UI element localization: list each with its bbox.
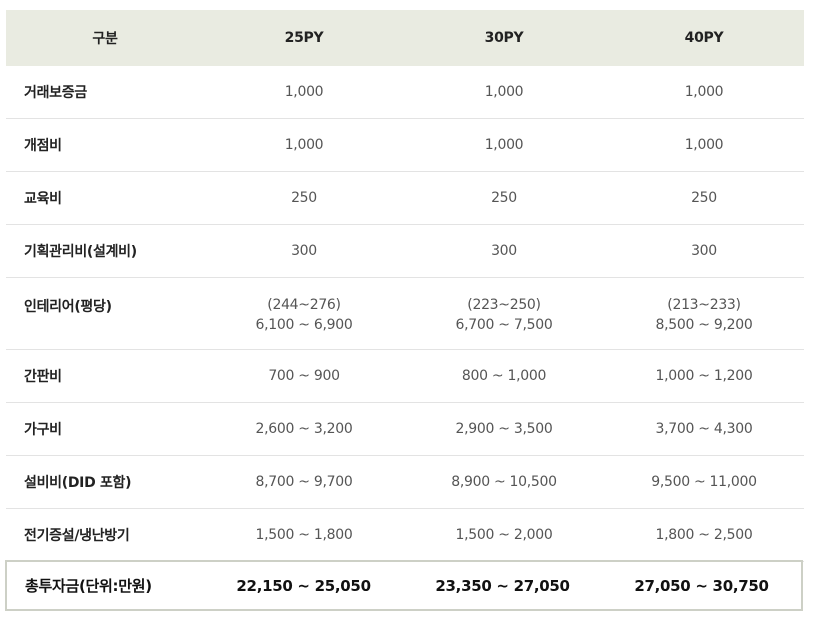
row-label: 설비비(DID 포함) — [24, 475, 132, 491]
table-row: 교육비 250 250 250 — [6, 172, 804, 225]
row-label: 간판비 — [24, 369, 62, 385]
cell-value: 2,900 ~ 3,500 — [455, 421, 553, 437]
cell-value-per-pyeong: (223~250) — [467, 297, 541, 313]
row-label: 개점비 — [24, 138, 62, 154]
cell-40py: 300 — [604, 243, 804, 259]
row-label: 거래보증금 — [24, 85, 87, 101]
cell-value: 700 ~ 900 — [268, 368, 340, 384]
cell-value: 1,000 ~ 1,200 — [655, 368, 753, 384]
cell-value: 800 ~ 1,000 — [461, 368, 547, 384]
cell-value: 1,000 — [284, 84, 324, 100]
row-label: 인테리어(평당) — [24, 299, 112, 315]
cell-value: 250 — [291, 190, 317, 206]
cell-value: 1,000 — [484, 84, 524, 100]
cell-value: 250 — [691, 190, 717, 206]
cell-25py: 250 — [204, 190, 404, 206]
cell-value: 1,000 — [684, 137, 724, 153]
cell-40py: (213~233) 8,500 ~ 9,200 — [604, 278, 804, 335]
cell-25py: 700 ~ 900 — [204, 368, 404, 384]
cell-value: 6,100 ~ 6,900 — [255, 317, 353, 333]
cell-30py: 800 ~ 1,000 — [404, 368, 604, 384]
total-40py: 27,050 ~ 30,750 — [634, 576, 769, 595]
table-row: 전기증설/냉난방기 1,500 ~ 1,800 1,500 ~ 2,000 1,… — [6, 509, 804, 562]
table-row: 기획관리비(설계비) 300 300 300 — [6, 225, 804, 278]
header-category: 구분 — [92, 31, 118, 47]
cell-value: 1,000 — [284, 137, 324, 153]
table-row: 인테리어(평당) (244~276) 6,100 ~ 6,900 (223~25… — [6, 278, 804, 350]
total-label: 총투자금(단위:만원) — [25, 577, 152, 595]
table-row: 설비비(DID 포함) 8,700 ~ 9,700 8,900 ~ 10,500… — [6, 456, 804, 509]
cell-30py: 1,000 — [404, 137, 604, 153]
cell-40py: 1,800 ~ 2,500 — [604, 527, 804, 543]
cell-value: 3,700 ~ 4,300 — [655, 421, 753, 437]
cell-25py: 1,500 ~ 1,800 — [204, 527, 404, 543]
table-header: 구분 25PY 30PY 40PY — [6, 10, 804, 66]
cell-value-per-pyeong: (213~233) — [667, 297, 741, 313]
header-30py: 30PY — [484, 30, 524, 46]
table-row: 개점비 1,000 1,000 1,000 — [6, 119, 804, 172]
cell-25py: 300 — [204, 243, 404, 259]
cell-40py: 1,000 ~ 1,200 — [604, 368, 804, 384]
cell-25py: 1,000 — [204, 137, 404, 153]
cost-table: 구분 25PY 30PY 40PY 거래보증금 1,000 1,000 1,00… — [6, 10, 804, 562]
cell-value: 300 — [491, 243, 517, 259]
cell-value: 2,600 ~ 3,200 — [255, 421, 353, 437]
cell-40py: 1,000 — [604, 84, 804, 100]
total-30py: 23,350 ~ 27,050 — [435, 576, 570, 595]
cell-value: 1,800 ~ 2,500 — [655, 527, 753, 543]
cell-value: 1,000 — [684, 84, 724, 100]
cell-value: 300 — [291, 243, 317, 259]
row-label: 가구비 — [24, 422, 62, 438]
cell-30py: 8,900 ~ 10,500 — [404, 474, 604, 490]
total-row: 총투자금(단위:만원) 22,150 ~ 25,050 23,350 ~ 27,… — [5, 560, 803, 611]
cell-value: 8,500 ~ 9,200 — [655, 317, 753, 333]
cell-value-per-pyeong: (244~276) — [267, 297, 341, 313]
cell-25py: 8,700 ~ 9,700 — [204, 474, 404, 490]
table-row: 거래보증금 1,000 1,000 1,000 — [6, 66, 804, 119]
cell-value: 8,900 ~ 10,500 — [451, 474, 557, 490]
cell-value: 8,700 ~ 9,700 — [255, 474, 353, 490]
cell-30py: 250 — [404, 190, 604, 206]
cell-value: 1,000 — [484, 137, 524, 153]
header-25py: 25PY — [284, 30, 324, 46]
cell-40py: 9,500 ~ 11,000 — [604, 474, 804, 490]
cell-40py: 3,700 ~ 4,300 — [604, 421, 804, 437]
cell-value: 300 — [691, 243, 717, 259]
cell-30py: 2,900 ~ 3,500 — [404, 421, 604, 437]
row-label: 전기증설/냉난방기 — [24, 528, 130, 544]
table-row: 가구비 2,600 ~ 3,200 2,900 ~ 3,500 3,700 ~ … — [6, 403, 804, 456]
row-label: 교육비 — [24, 191, 62, 207]
total-25py: 22,150 ~ 25,050 — [236, 576, 371, 595]
cell-25py: (244~276) 6,100 ~ 6,900 — [204, 278, 404, 335]
cell-value: 6,700 ~ 7,500 — [455, 317, 553, 333]
cell-40py: 1,000 — [604, 137, 804, 153]
cell-30py: 300 — [404, 243, 604, 259]
cell-30py: 1,000 — [404, 84, 604, 100]
cell-30py: (223~250) 6,700 ~ 7,500 — [404, 278, 604, 335]
cell-value: 1,500 ~ 2,000 — [455, 527, 553, 543]
cell-value: 1,500 ~ 1,800 — [255, 527, 353, 543]
cell-30py: 1,500 ~ 2,000 — [404, 527, 604, 543]
cell-value: 250 — [491, 190, 517, 206]
cell-25py: 1,000 — [204, 84, 404, 100]
table-row: 간판비 700 ~ 900 800 ~ 1,000 1,000 ~ 1,200 — [6, 350, 804, 403]
cell-25py: 2,600 ~ 3,200 — [204, 421, 404, 437]
header-40py: 40PY — [684, 30, 724, 46]
cell-40py: 250 — [604, 190, 804, 206]
row-label: 기획관리비(설계비) — [24, 244, 137, 260]
cell-value: 9,500 ~ 11,000 — [651, 474, 757, 490]
